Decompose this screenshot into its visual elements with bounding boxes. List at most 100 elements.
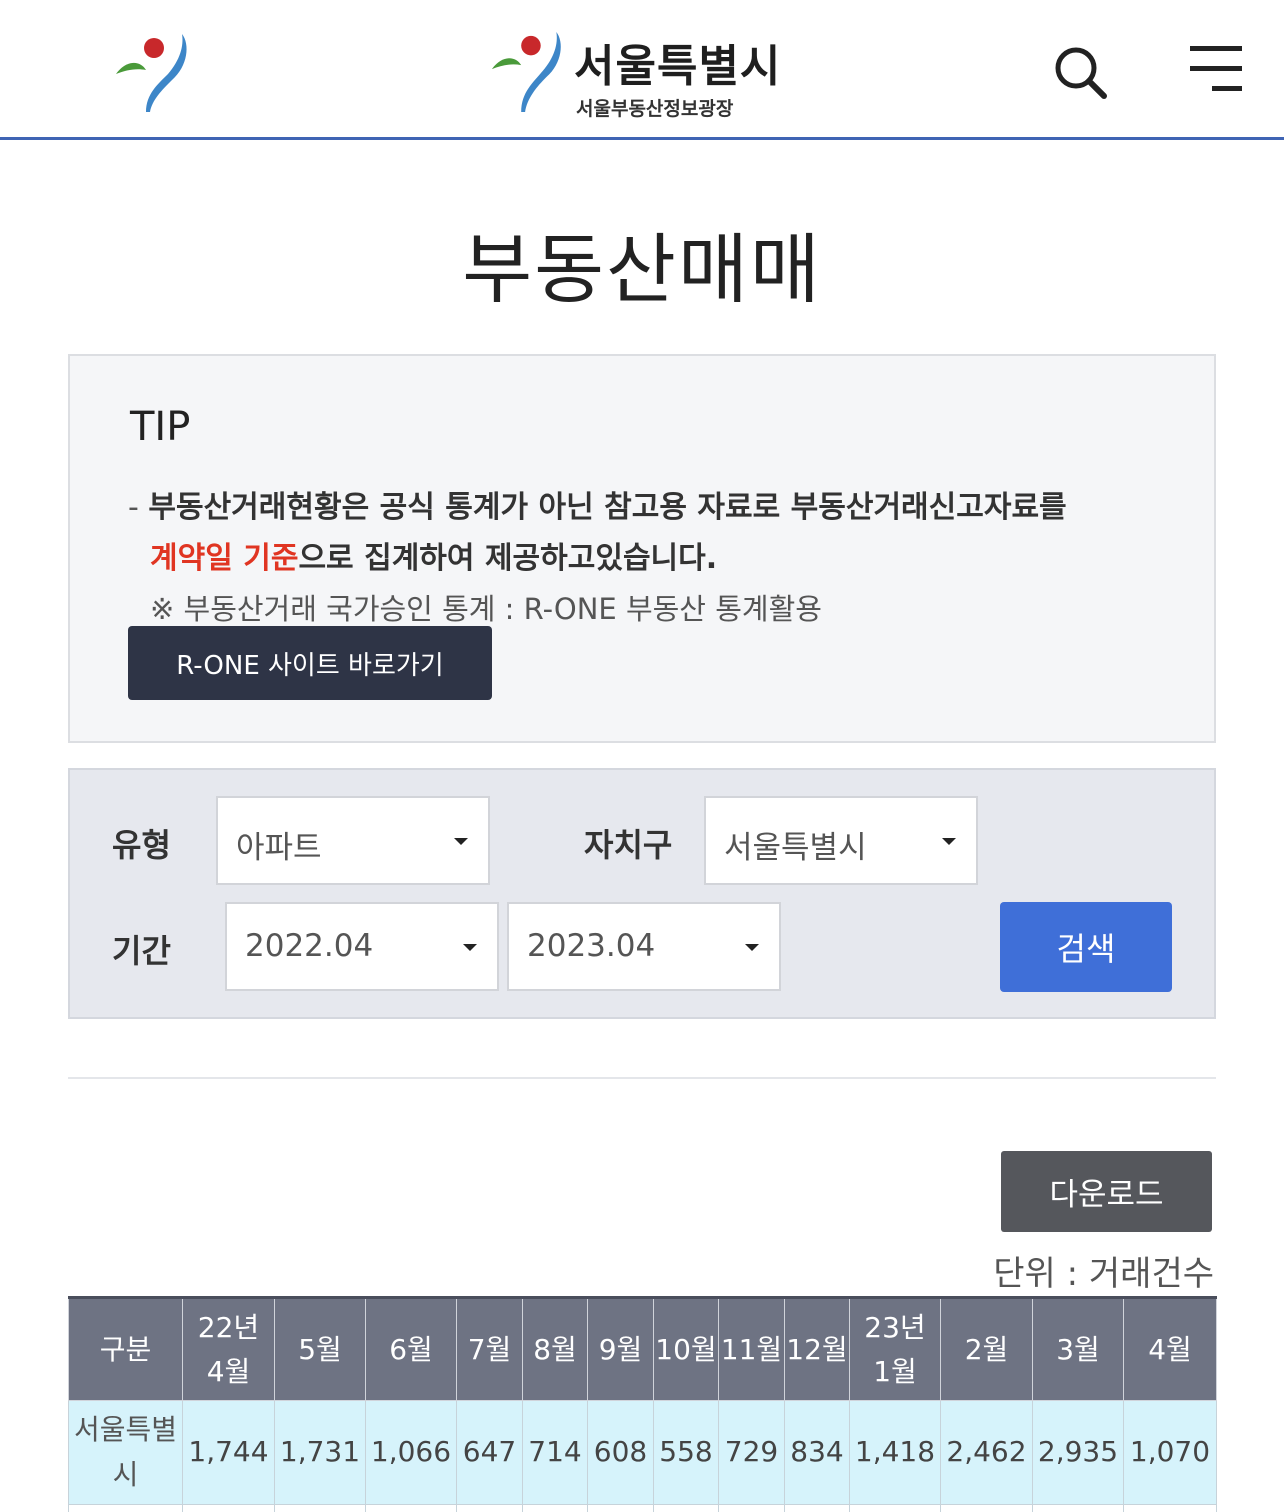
col-header-label: 3월	[1056, 1332, 1100, 1366]
col-header: 9월	[587, 1296, 654, 1401]
empty-cell	[182, 1504, 275, 1512]
col-header-label: 7월	[467, 1332, 512, 1366]
value-cell: 1,418	[849, 1400, 941, 1505]
region-name-part: 시	[112, 1457, 139, 1491]
seoul-emblem-icon	[491, 31, 561, 113]
tip-box: TIP - 부동산거래현황은 공식 통계가 아닌 참고용 자료로 부동산거래신고…	[68, 354, 1216, 743]
unit-label: 단위 : 거래건수	[993, 1254, 1214, 1294]
value-cell: 1,066	[365, 1400, 457, 1505]
empty-cell	[849, 1504, 941, 1512]
col-header: 구분	[68, 1296, 183, 1401]
value-cell: 1,744	[182, 1400, 275, 1505]
page-title: 부동산매매	[462, 225, 822, 314]
col-header: 23년 1월	[849, 1296, 941, 1401]
col-header-label: 4월	[1148, 1332, 1192, 1366]
region-name-part: 서울특별	[73, 1412, 178, 1446]
search-filter-panel: 유형 아파트 자치구 서울특별시 기간 2022.04 2023.04 검색	[68, 768, 1216, 1019]
search-icon[interactable]	[1050, 42, 1110, 102]
caret-down-icon	[942, 838, 956, 845]
empty-cell	[784, 1504, 850, 1512]
col-header-month: 1월	[873, 1354, 917, 1388]
value-cell: 647	[456, 1400, 523, 1505]
empty-cell	[365, 1504, 457, 1512]
table-row: 서울특별 시 1,744 1,731 1,066 647 714 608 558 …	[68, 1400, 1217, 1505]
col-header-label: 2월	[964, 1332, 1009, 1366]
col-header: 22년 4월	[182, 1296, 275, 1401]
transaction-table: 구분 22년 4월 5월 6월 7월 8월 9월 10월 11월 12월 23년 1…	[68, 1296, 1217, 1512]
col-header: 7월	[456, 1296, 523, 1401]
tip-text-main: 부동산거래현황은 공식 통계가 아닌 참고용 자료로 부동산거래신고자료를	[148, 490, 1067, 525]
col-header: 5월	[274, 1296, 366, 1401]
site-header: 서울특별시 서울부동산정보광장	[0, 0, 1284, 140]
type-select[interactable]: 아파트	[216, 796, 490, 885]
value-cell: 558	[653, 1400, 719, 1505]
col-header-label: 11월	[720, 1332, 783, 1366]
tip-text-line1: - 부동산거래현황은 공식 통계가 아닌 참고용 자료로 부동산거래신고자료를	[128, 482, 1067, 526]
col-header: 2월	[940, 1296, 1033, 1401]
col-header-label: 12월	[786, 1332, 848, 1366]
col-header-label: 9월	[598, 1332, 643, 1366]
seoul-logo-icon[interactable]	[112, 30, 196, 114]
value-cell: 834	[784, 1400, 850, 1505]
empty-cell	[587, 1504, 654, 1512]
empty-cell	[718, 1504, 785, 1512]
site-subtitle: 서울부동산정보광장	[576, 98, 734, 120]
value-cell: 2,462	[940, 1400, 1033, 1505]
type-label: 유형	[112, 826, 171, 864]
period-start-value: 2022.04	[245, 928, 374, 964]
region-cell: 서울특별시	[68, 1400, 183, 1505]
district-select[interactable]: 서울특별시	[704, 796, 978, 885]
tip-dash: -	[128, 490, 149, 525]
table-row-partial	[68, 1504, 1217, 1512]
col-header: 3월	[1032, 1296, 1124, 1401]
col-header-label: 5월	[298, 1332, 342, 1366]
col-header: 8월	[522, 1296, 588, 1401]
hamburger-menu-icon[interactable]	[1186, 40, 1244, 98]
value-cell: 714	[522, 1400, 588, 1505]
tip-highlight: 계약일 기준	[150, 541, 299, 576]
caret-down-icon	[463, 944, 477, 951]
type-select-value: 아파트	[236, 830, 322, 866]
value-cell: 729	[718, 1400, 785, 1505]
value-cell: 608	[587, 1400, 654, 1505]
empty-cell	[68, 1504, 183, 1512]
col-header-label: 8월	[533, 1332, 577, 1366]
search-button[interactable]: 검색	[1000, 902, 1172, 992]
col-header: 10월	[653, 1296, 719, 1401]
caret-down-icon	[745, 944, 759, 951]
tip-text-line2: 계약일 기준으로 집계하여 제공하고있습니다.	[150, 533, 717, 577]
value-cell: 1,731	[274, 1400, 366, 1505]
col-header: 12월	[784, 1296, 850, 1401]
value-cell: 2,935	[1032, 1400, 1124, 1505]
col-header: 4월	[1123, 1296, 1217, 1401]
table-header-row: 구분 22년 4월 5월 6월 7월 8월 9월 10월 11월 12월 23년 1…	[68, 1296, 1217, 1401]
col-header-label: 6월	[389, 1332, 433, 1366]
empty-cell	[522, 1504, 588, 1512]
rone-site-button[interactable]: R-ONE 사이트 바로가기	[128, 626, 492, 700]
col-header-label: 구분	[99, 1332, 152, 1366]
period-start-select[interactable]: 2022.04	[225, 902, 499, 991]
caret-down-icon	[454, 838, 468, 845]
empty-cell	[1123, 1504, 1217, 1512]
district-select-value: 서울특별시	[724, 830, 867, 866]
district-label: 자치구	[584, 826, 673, 864]
tip-heading: TIP	[130, 404, 191, 450]
col-header: 6월	[365, 1296, 457, 1401]
value-cell: 1,070	[1123, 1400, 1217, 1505]
download-button[interactable]: 다운로드	[1001, 1151, 1212, 1232]
tip-note: ※ 부동산거래 국가승인 통계 : R-ONE 부동산 통계활용	[150, 592, 822, 626]
period-end-select[interactable]: 2023.04	[507, 902, 781, 991]
col-header-year: 23년	[864, 1311, 926, 1345]
empty-cell	[274, 1504, 366, 1512]
period-label: 기간	[112, 932, 171, 970]
empty-cell	[1032, 1504, 1124, 1512]
period-end-value: 2023.04	[527, 928, 656, 964]
col-header: 11월	[718, 1296, 785, 1401]
site-logo[interactable]: 서울특별시 서울부동산정보광장	[488, 28, 808, 120]
empty-cell	[456, 1504, 523, 1512]
col-header-month: 4월	[206, 1354, 251, 1388]
tip-text-rest: 으로 집계하여 제공하고있습니다.	[298, 541, 718, 576]
col-header-year: 22년	[197, 1311, 260, 1345]
col-header-label: 10월	[655, 1332, 717, 1366]
section-divider	[68, 1077, 1216, 1079]
